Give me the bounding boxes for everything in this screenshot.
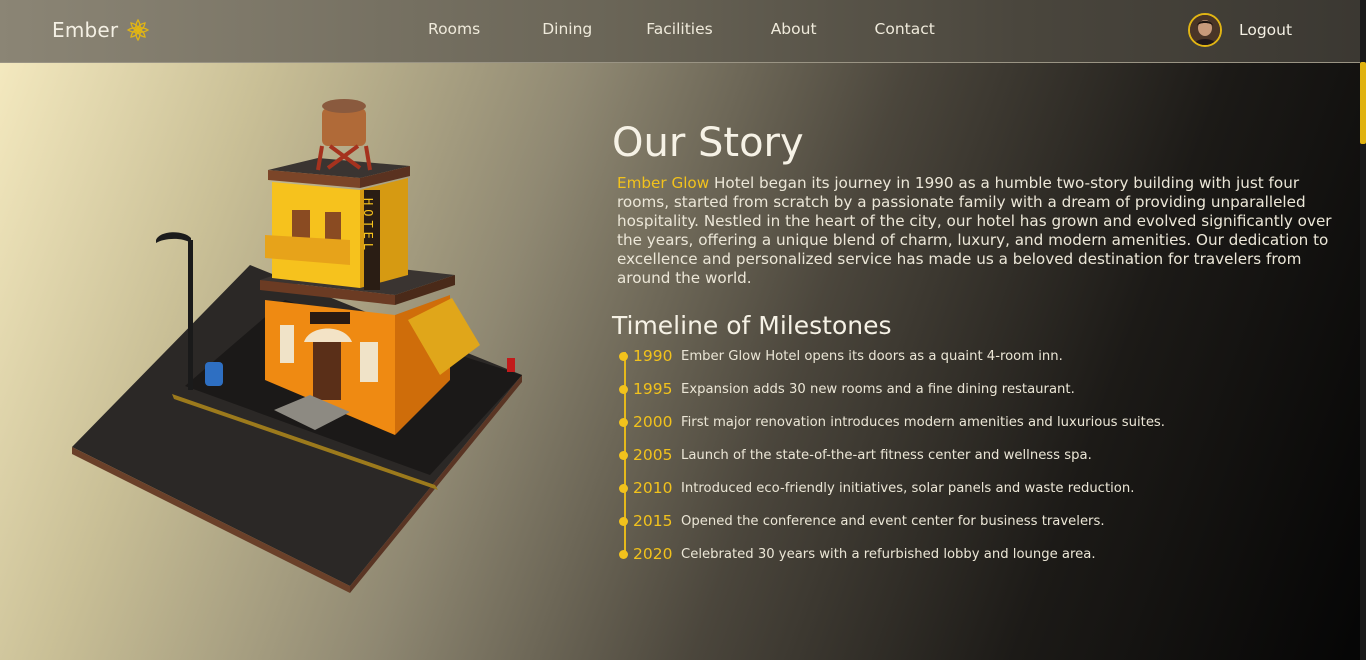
story-text: Hotel began its journey in 1990 as a hum… [617,174,1332,287]
top-navbar: Ember Rooms Dining Facilities About Cont… [0,0,1360,63]
timeline-text: First major renovation introduces modern… [681,414,1165,430]
nav-link-facilities[interactable]: Facilities [646,20,712,38]
user-portrait-icon [1190,15,1220,45]
timeline-text: Launch of the state-of-the-art fitness c… [681,447,1092,463]
timeline-year: 2015 [633,512,673,530]
story-paragraph: Ember Glow Hotel began its journey in 19… [617,174,1333,288]
timeline-title: Timeline of Milestones [612,311,892,340]
timeline-dot [619,516,628,526]
nav-links: Rooms Dining Facilities About Contact [428,20,935,38]
timeline-text: Introduced eco-friendly initiatives, sol… [681,480,1135,496]
brand-name: Ember [52,18,119,42]
timeline-dot [619,483,628,493]
timeline-item: 2020 Celebrated 30 years with a refurbis… [619,544,1096,564]
timeline-year: 2020 [633,545,673,563]
timeline-text: Opened the conference and event center f… [681,513,1105,529]
timeline-year: 2005 [633,446,673,464]
timeline-item: 2000 First major renovation introduces m… [619,412,1165,432]
timeline-item: 1990 Ember Glow Hotel opens its doors as… [619,346,1063,366]
timeline-item: 2005 Launch of the state-of-the-art fitn… [619,445,1092,465]
hotel-sign-text: HOTEL [361,198,375,254]
timeline-text: Ember Glow Hotel opens its doors as a qu… [681,348,1063,364]
timeline-dot [619,351,628,361]
timeline-item: 1995 Expansion adds 30 new rooms and a f… [619,379,1075,399]
story-title: Our Story [612,120,804,166]
timeline-item: 2010 Introduced eco-friendly initiatives… [619,478,1134,498]
timeline-year: 2010 [633,479,673,497]
timeline-year: 1995 [633,380,673,398]
hotel-illustration: HOTEL [72,99,522,593]
timeline-dot [619,417,628,427]
logout-link[interactable]: Logout [1239,21,1292,39]
timeline-item: 2015 Opened the conference and event cen… [619,511,1105,531]
brand-logo[interactable]: Ember [52,16,152,44]
nav-link-about[interactable]: About [771,20,817,38]
scrollbar[interactable] [1360,0,1366,660]
timeline-year: 2000 [633,413,673,431]
user-avatar[interactable] [1188,13,1222,47]
timeline-text: Celebrated 30 years with a refurbished l… [681,546,1096,562]
nav-link-contact[interactable]: Contact [875,20,935,38]
story-highlight: Ember Glow [617,174,710,192]
lotus-icon [127,18,150,42]
timeline-dot [619,384,628,394]
timeline-text: Expansion adds 30 new rooms and a fine d… [681,381,1075,397]
nav-link-rooms[interactable]: Rooms [428,20,480,38]
scrollbar-thumb[interactable] [1360,62,1366,144]
timeline-dot [619,549,628,559]
nav-link-dining[interactable]: Dining [542,20,592,38]
timeline-year: 1990 [633,347,673,365]
timeline-dot [619,450,628,460]
